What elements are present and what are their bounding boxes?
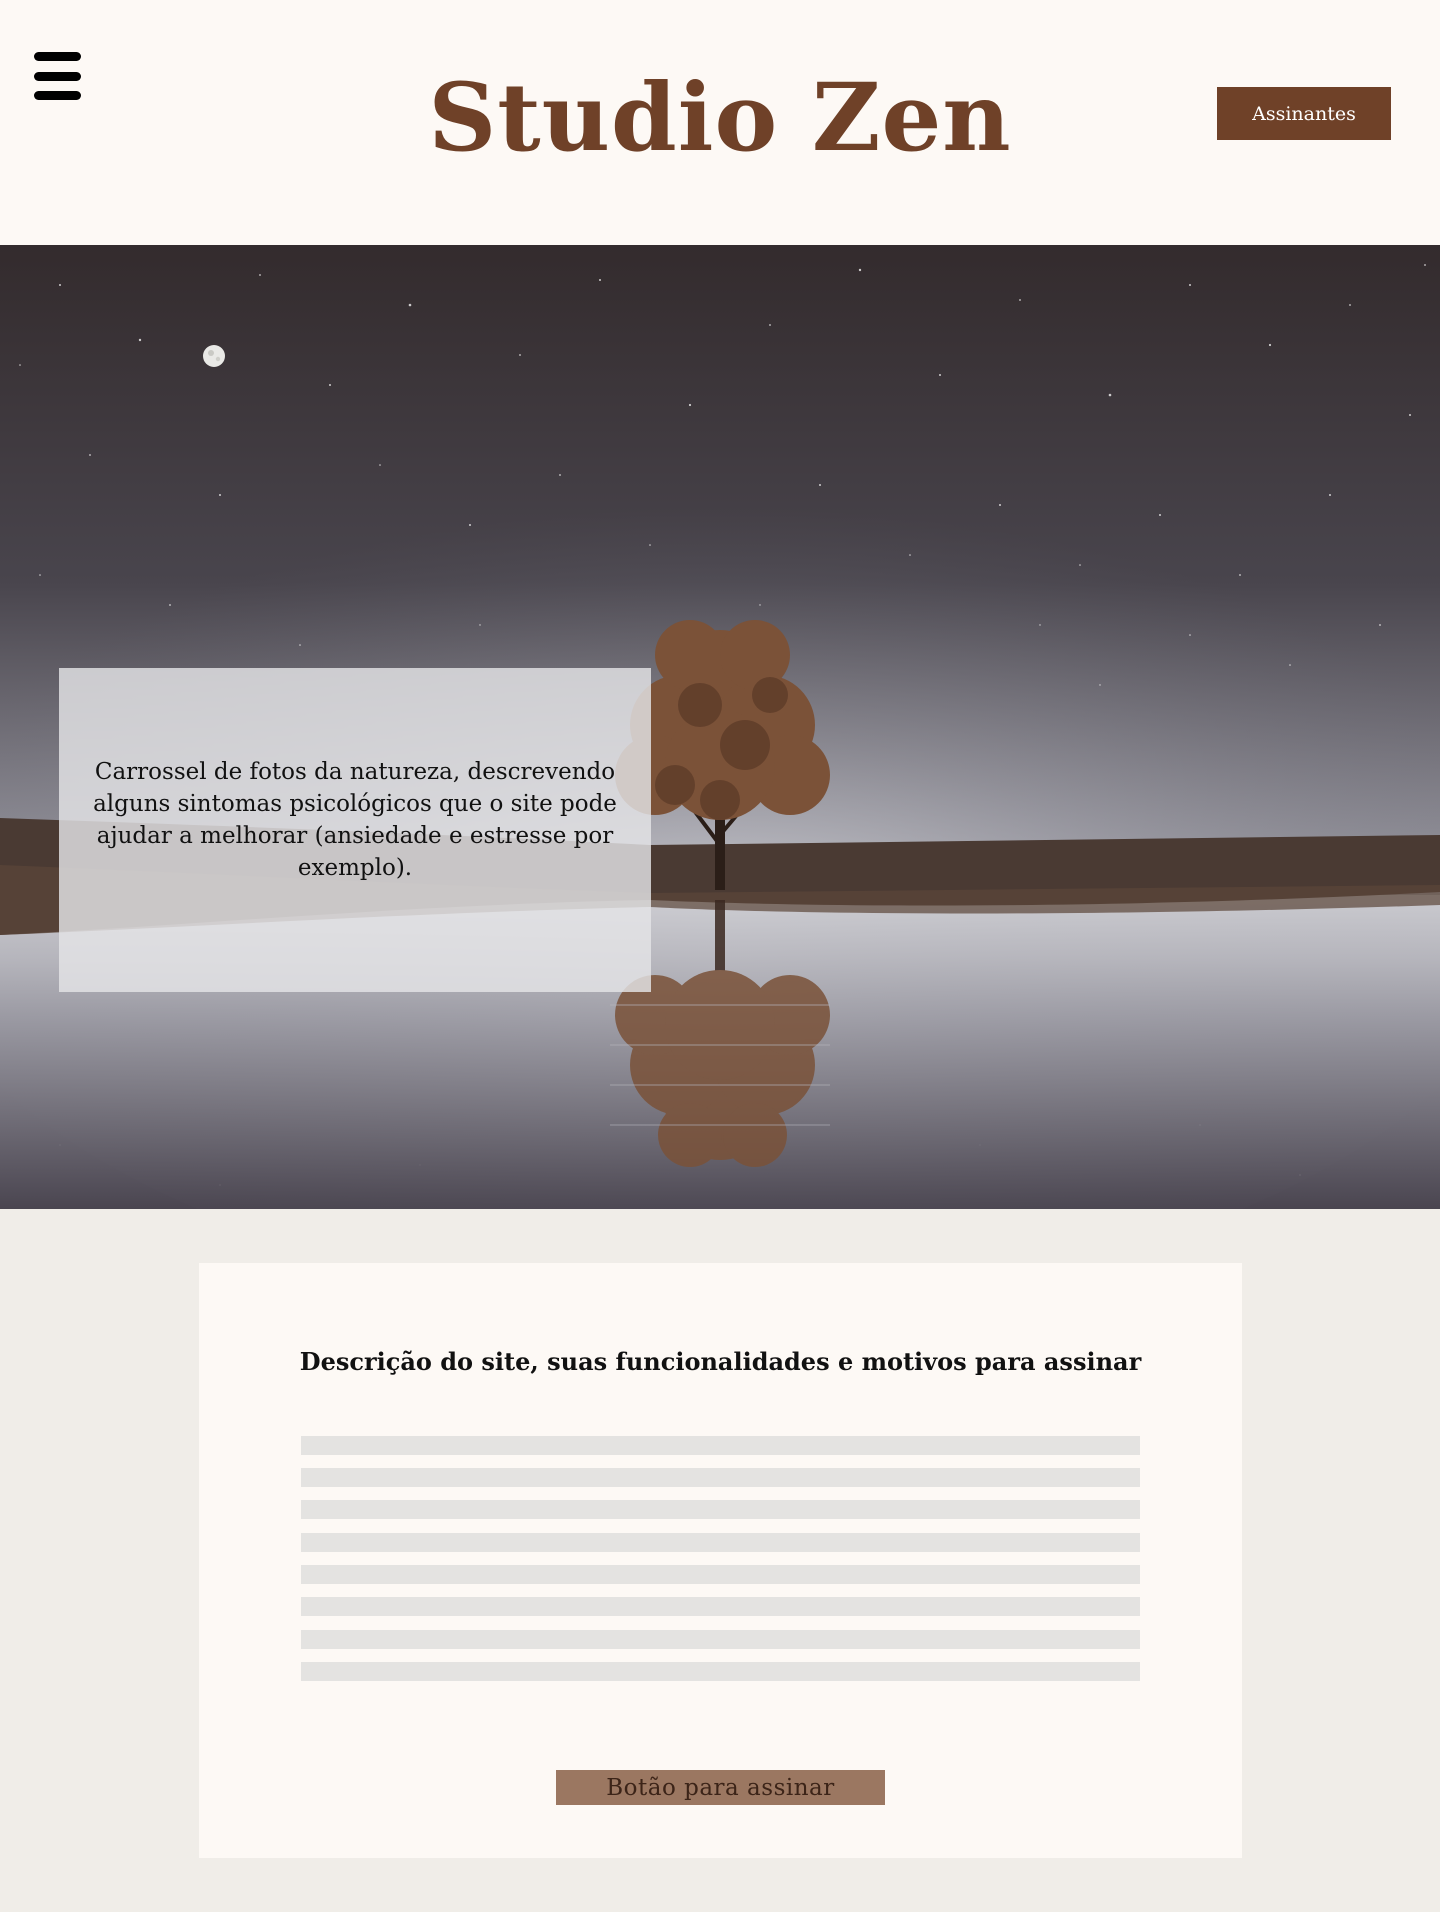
carousel-caption-box: Carrossel de fotos da natureza, descreve… [59, 668, 651, 992]
text-placeholder-line [301, 1436, 1140, 1455]
text-placeholder-line [301, 1630, 1140, 1649]
carousel-caption: Carrossel de fotos da natureza, descreve… [93, 759, 617, 881]
site-description-card: Descrição do site, suas funcionalidades … [199, 1263, 1242, 1858]
site-header: Studio Zen Assinantes [0, 0, 1440, 245]
text-placeholder-line [301, 1597, 1140, 1616]
moon-icon [203, 345, 225, 367]
subscribers-button[interactable]: Assinantes [1217, 87, 1391, 140]
subscribe-button[interactable]: Botão para assinar [556, 1770, 885, 1805]
text-placeholder-line [301, 1565, 1140, 1584]
text-placeholder-line [301, 1500, 1140, 1519]
text-placeholder-line [301, 1662, 1140, 1681]
description-title: Descrição do site, suas funcionalidades … [299, 1347, 1142, 1376]
text-placeholder-line [301, 1533, 1140, 1552]
nature-photo-carousel[interactable]: Carrossel de fotos da natureza, descreve… [0, 245, 1440, 1209]
text-placeholder-line [301, 1468, 1140, 1487]
